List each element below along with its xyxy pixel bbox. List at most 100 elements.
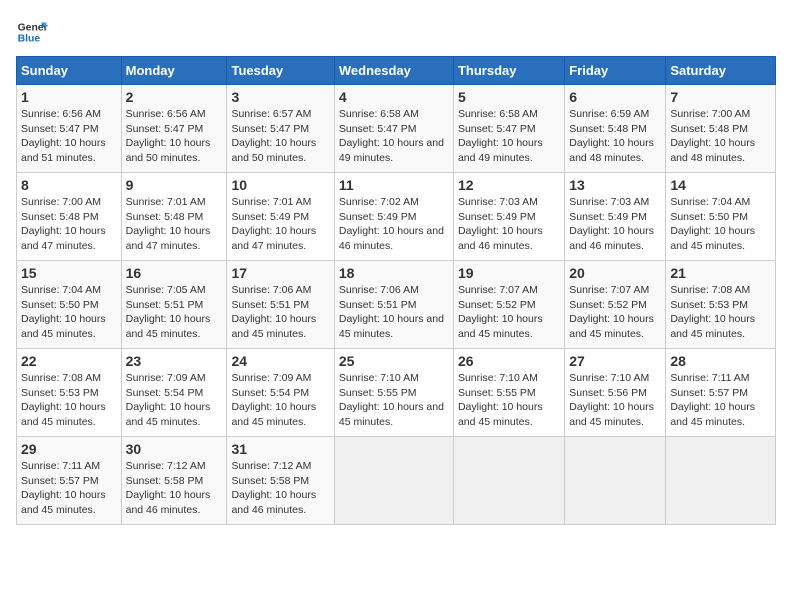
day-number: 20 <box>569 265 661 281</box>
calendar-day-cell: 31 Sunrise: 7:12 AM Sunset: 5:58 PM Dayl… <box>227 437 334 525</box>
day-info: Sunrise: 7:04 AM Sunset: 5:50 PM Dayligh… <box>670 195 771 254</box>
calendar-day-cell: 21 Sunrise: 7:08 AM Sunset: 5:53 PM Dayl… <box>666 261 776 349</box>
calendar-day-cell: 13 Sunrise: 7:03 AM Sunset: 5:49 PM Dayl… <box>565 173 666 261</box>
day-info: Sunrise: 6:57 AM Sunset: 5:47 PM Dayligh… <box>231 107 329 166</box>
calendar-day-cell: 8 Sunrise: 7:00 AM Sunset: 5:48 PM Dayli… <box>17 173 122 261</box>
day-number: 10 <box>231 177 329 193</box>
weekday-header: SundayMondayTuesdayWednesdayThursdayFrid… <box>17 57 776 85</box>
day-info: Sunrise: 7:08 AM Sunset: 5:53 PM Dayligh… <box>670 283 771 342</box>
day-info: Sunrise: 6:59 AM Sunset: 5:48 PM Dayligh… <box>569 107 661 166</box>
calendar-table: SundayMondayTuesdayWednesdayThursdayFrid… <box>16 56 776 525</box>
calendar-day-cell: 29 Sunrise: 7:11 AM Sunset: 5:57 PM Dayl… <box>17 437 122 525</box>
calendar-day-cell: 25 Sunrise: 7:10 AM Sunset: 5:55 PM Dayl… <box>334 349 453 437</box>
weekday-header-cell: Wednesday <box>334 57 453 85</box>
calendar-day-cell: 26 Sunrise: 7:10 AM Sunset: 5:55 PM Dayl… <box>453 349 564 437</box>
day-number: 4 <box>339 89 449 105</box>
day-number: 27 <box>569 353 661 369</box>
day-number: 12 <box>458 177 560 193</box>
day-info: Sunrise: 7:12 AM Sunset: 5:58 PM Dayligh… <box>126 459 223 518</box>
day-number: 8 <box>21 177 117 193</box>
day-info: Sunrise: 7:11 AM Sunset: 5:57 PM Dayligh… <box>670 371 771 430</box>
day-info: Sunrise: 7:01 AM Sunset: 5:48 PM Dayligh… <box>126 195 223 254</box>
day-number: 23 <box>126 353 223 369</box>
calendar-day-cell: 1 Sunrise: 6:56 AM Sunset: 5:47 PM Dayli… <box>17 85 122 173</box>
day-info: Sunrise: 6:58 AM Sunset: 5:47 PM Dayligh… <box>339 107 449 166</box>
calendar-week-row: 8 Sunrise: 7:00 AM Sunset: 5:48 PM Dayli… <box>17 173 776 261</box>
calendar-week-row: 29 Sunrise: 7:11 AM Sunset: 5:57 PM Dayl… <box>17 437 776 525</box>
day-number: 28 <box>670 353 771 369</box>
svg-text:Blue: Blue <box>18 34 41 45</box>
day-number: 11 <box>339 177 449 193</box>
calendar-day-cell: 30 Sunrise: 7:12 AM Sunset: 5:58 PM Dayl… <box>121 437 227 525</box>
day-number: 16 <box>126 265 223 281</box>
day-number: 26 <box>458 353 560 369</box>
day-info: Sunrise: 6:58 AM Sunset: 5:47 PM Dayligh… <box>458 107 560 166</box>
header: General Blue <box>16 16 776 48</box>
day-number: 14 <box>670 177 771 193</box>
day-info: Sunrise: 7:05 AM Sunset: 5:51 PM Dayligh… <box>126 283 223 342</box>
day-info: Sunrise: 7:06 AM Sunset: 5:51 PM Dayligh… <box>231 283 329 342</box>
day-info: Sunrise: 7:07 AM Sunset: 5:52 PM Dayligh… <box>458 283 560 342</box>
calendar-day-cell: 24 Sunrise: 7:09 AM Sunset: 5:54 PM Dayl… <box>227 349 334 437</box>
day-info: Sunrise: 7:03 AM Sunset: 5:49 PM Dayligh… <box>569 195 661 254</box>
calendar-day-cell: 3 Sunrise: 6:57 AM Sunset: 5:47 PM Dayli… <box>227 85 334 173</box>
day-number: 18 <box>339 265 449 281</box>
logo: General Blue <box>16 16 48 48</box>
day-info: Sunrise: 6:56 AM Sunset: 5:47 PM Dayligh… <box>126 107 223 166</box>
calendar-week-row: 22 Sunrise: 7:08 AM Sunset: 5:53 PM Dayl… <box>17 349 776 437</box>
day-info: Sunrise: 7:10 AM Sunset: 5:56 PM Dayligh… <box>569 371 661 430</box>
day-info: Sunrise: 6:56 AM Sunset: 5:47 PM Dayligh… <box>21 107 117 166</box>
day-info: Sunrise: 7:01 AM Sunset: 5:49 PM Dayligh… <box>231 195 329 254</box>
weekday-header-cell: Friday <box>565 57 666 85</box>
day-info: Sunrise: 7:10 AM Sunset: 5:55 PM Dayligh… <box>339 371 449 430</box>
weekday-header-cell: Monday <box>121 57 227 85</box>
calendar-day-cell: 12 Sunrise: 7:03 AM Sunset: 5:49 PM Dayl… <box>453 173 564 261</box>
day-number: 19 <box>458 265 560 281</box>
day-number: 13 <box>569 177 661 193</box>
calendar-week-row: 15 Sunrise: 7:04 AM Sunset: 5:50 PM Dayl… <box>17 261 776 349</box>
day-info: Sunrise: 7:09 AM Sunset: 5:54 PM Dayligh… <box>126 371 223 430</box>
day-number: 22 <box>21 353 117 369</box>
day-number: 3 <box>231 89 329 105</box>
day-number: 7 <box>670 89 771 105</box>
day-info: Sunrise: 7:07 AM Sunset: 5:52 PM Dayligh… <box>569 283 661 342</box>
logo-icon: General Blue <box>16 16 48 48</box>
calendar-day-cell: 5 Sunrise: 6:58 AM Sunset: 5:47 PM Dayli… <box>453 85 564 173</box>
calendar-day-cell: 27 Sunrise: 7:10 AM Sunset: 5:56 PM Dayl… <box>565 349 666 437</box>
calendar-day-cell <box>565 437 666 525</box>
day-info: Sunrise: 7:08 AM Sunset: 5:53 PM Dayligh… <box>21 371 117 430</box>
calendar-day-cell: 14 Sunrise: 7:04 AM Sunset: 5:50 PM Dayl… <box>666 173 776 261</box>
calendar-day-cell: 2 Sunrise: 6:56 AM Sunset: 5:47 PM Dayli… <box>121 85 227 173</box>
weekday-header-cell: Thursday <box>453 57 564 85</box>
calendar-day-cell: 28 Sunrise: 7:11 AM Sunset: 5:57 PM Dayl… <box>666 349 776 437</box>
calendar-body: 1 Sunrise: 6:56 AM Sunset: 5:47 PM Dayli… <box>17 85 776 525</box>
day-number: 21 <box>670 265 771 281</box>
day-info: Sunrise: 7:11 AM Sunset: 5:57 PM Dayligh… <box>21 459 117 518</box>
calendar-day-cell: 20 Sunrise: 7:07 AM Sunset: 5:52 PM Dayl… <box>565 261 666 349</box>
calendar-day-cell: 7 Sunrise: 7:00 AM Sunset: 5:48 PM Dayli… <box>666 85 776 173</box>
day-info: Sunrise: 7:03 AM Sunset: 5:49 PM Dayligh… <box>458 195 560 254</box>
calendar-day-cell: 16 Sunrise: 7:05 AM Sunset: 5:51 PM Dayl… <box>121 261 227 349</box>
calendar-day-cell: 11 Sunrise: 7:02 AM Sunset: 5:49 PM Dayl… <box>334 173 453 261</box>
calendar-week-row: 1 Sunrise: 6:56 AM Sunset: 5:47 PM Dayli… <box>17 85 776 173</box>
calendar-day-cell: 18 Sunrise: 7:06 AM Sunset: 5:51 PM Dayl… <box>334 261 453 349</box>
day-number: 25 <box>339 353 449 369</box>
calendar-day-cell: 10 Sunrise: 7:01 AM Sunset: 5:49 PM Dayl… <box>227 173 334 261</box>
weekday-header-cell: Tuesday <box>227 57 334 85</box>
calendar-day-cell: 6 Sunrise: 6:59 AM Sunset: 5:48 PM Dayli… <box>565 85 666 173</box>
day-number: 1 <box>21 89 117 105</box>
day-info: Sunrise: 7:12 AM Sunset: 5:58 PM Dayligh… <box>231 459 329 518</box>
calendar-day-cell <box>666 437 776 525</box>
day-info: Sunrise: 7:10 AM Sunset: 5:55 PM Dayligh… <box>458 371 560 430</box>
calendar-day-cell: 23 Sunrise: 7:09 AM Sunset: 5:54 PM Dayl… <box>121 349 227 437</box>
day-info: Sunrise: 7:04 AM Sunset: 5:50 PM Dayligh… <box>21 283 117 342</box>
calendar-day-cell: 9 Sunrise: 7:01 AM Sunset: 5:48 PM Dayli… <box>121 173 227 261</box>
weekday-header-cell: Sunday <box>17 57 122 85</box>
day-number: 9 <box>126 177 223 193</box>
day-number: 6 <box>569 89 661 105</box>
day-info: Sunrise: 7:02 AM Sunset: 5:49 PM Dayligh… <box>339 195 449 254</box>
calendar-day-cell: 4 Sunrise: 6:58 AM Sunset: 5:47 PM Dayli… <box>334 85 453 173</box>
calendar-day-cell: 19 Sunrise: 7:07 AM Sunset: 5:52 PM Dayl… <box>453 261 564 349</box>
day-number: 24 <box>231 353 329 369</box>
calendar-day-cell <box>334 437 453 525</box>
